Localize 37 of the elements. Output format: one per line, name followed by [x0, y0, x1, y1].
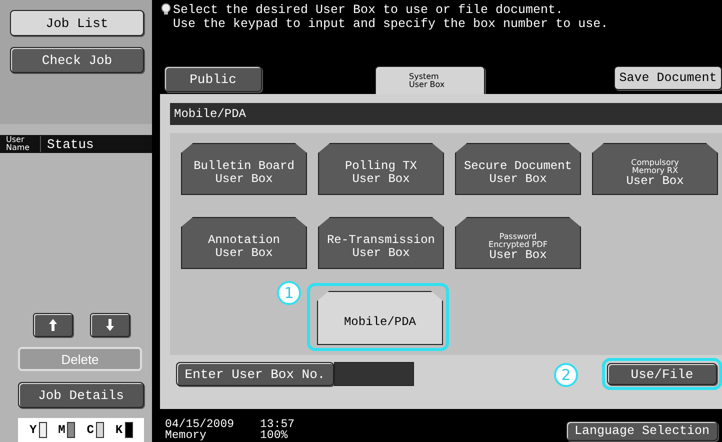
user-box-button[interactable]: Annotation User Box	[181, 217, 307, 269]
callout-number: 2	[554, 363, 578, 387]
job-details-button[interactable]: Job Details	[18, 382, 144, 408]
toner-label: Y	[29, 423, 37, 437]
enter-user-box-number-button[interactable]: Enter User Box No.	[176, 362, 334, 386]
tab[interactable]: Public	[164, 66, 262, 92]
sidebar-tab[interactable]: Check Job	[10, 47, 144, 73]
user-box-button[interactable]: Secure Document User Box	[455, 143, 581, 195]
user-box-button[interactable]: Password Encrypted PDF User Box	[455, 217, 581, 269]
callout-number: 1	[277, 281, 301, 305]
memory-label: Memory	[165, 430, 208, 441]
scroll-down-button[interactable]	[90, 313, 130, 337]
toner-label: K	[115, 423, 123, 437]
down-arrow-icon	[106, 319, 114, 331]
toner-label: M	[58, 423, 66, 437]
user-box-button[interactable]: Polling TX User Box	[318, 143, 444, 195]
tab[interactable]: System User Box	[375, 66, 485, 94]
user-box-button[interactable]: Bulletin Board User Box	[181, 143, 307, 195]
sidebar-tab[interactable]: Job List	[10, 10, 144, 36]
language-selection-button[interactable]: Language Selection	[566, 421, 718, 441]
scroll-up-button[interactable]	[33, 313, 73, 337]
user-box-button[interactable]: Mobile/PDA	[317, 291, 443, 345]
memory-value: 100%	[260, 430, 289, 441]
lightbulb-icon	[161, 3, 171, 15]
save-document-button[interactable]: Save Document	[614, 66, 722, 90]
up-arrow-icon	[49, 319, 57, 331]
instruction-message: Select the desired User Box to use or file document. Use the keypad to input and specify the box number to use.	[173, 3, 608, 33]
time-text: 13:57	[260, 419, 295, 430]
user-box-button[interactable]: Compulsory Memory RX User Box	[592, 143, 718, 195]
column-header: Status	[46, 136, 95, 152]
column-header: User Name	[0, 136, 41, 152]
date-text: 04/15/2009	[165, 419, 234, 430]
folder-path-bar: Mobile/PDA	[170, 103, 722, 125]
use-file-button[interactable]: Use/File	[607, 363, 717, 385]
user-box-button[interactable]: Re-Transmission User Box	[318, 217, 444, 269]
box-number-field[interactable]	[334, 362, 414, 386]
toner-label: C	[86, 423, 94, 437]
